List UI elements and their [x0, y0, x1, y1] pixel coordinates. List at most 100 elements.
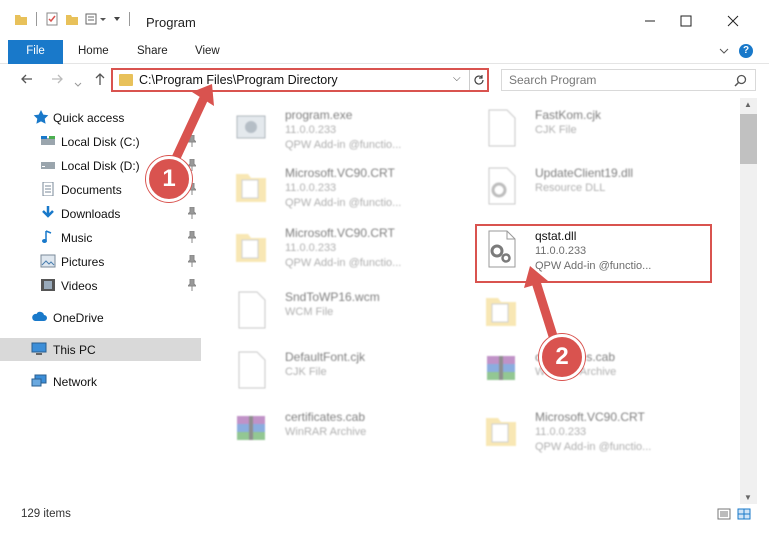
status-bar: 129 items: [0, 504, 769, 540]
sidebar-item-downloads[interactable]: Downloads: [0, 202, 201, 225]
file-name: Microsoft.VC90.CRT: [285, 226, 395, 240]
address-bar[interactable]: C:\Program Files\Program Directory ⌵: [111, 68, 489, 92]
new-folder-icon[interactable]: [65, 12, 79, 26]
scroll-up-icon[interactable]: ▲: [744, 100, 752, 109]
tab-view[interactable]: View: [195, 40, 220, 64]
chevron-down-icon[interactable]: ⌵: [453, 73, 461, 84]
file-type: WinRAR Archive: [285, 426, 367, 438]
title-bar: Program: [0, 0, 769, 40]
pin-icon[interactable]: [188, 279, 196, 291]
pictures-icon: [40, 254, 56, 268]
navigation-bar: C:\Program Files\Program Directory ⌵ Sea…: [0, 64, 769, 98]
list-item[interactable]: SndToWP16.wcm WCM File: [223, 284, 463, 334]
close-button[interactable]: [713, 8, 753, 34]
list-item[interactable]: FastKom.cjk CJK File: [473, 102, 713, 152]
scrollbar-thumb[interactable]: [740, 114, 757, 164]
scroll-down-icon[interactable]: ▼: [744, 493, 752, 502]
minimize-button[interactable]: [630, 8, 670, 34]
quick-access-toolbar: [14, 12, 132, 26]
chevron-down-icon[interactable]: [113, 12, 121, 26]
recent-locations-button[interactable]: [74, 76, 82, 92]
exe-icon: [236, 115, 266, 139]
customize-icon[interactable]: [85, 12, 107, 26]
sidebar-item-music[interactable]: Music: [0, 226, 201, 249]
computer-icon: [31, 342, 47, 355]
back-button[interactable]: [20, 72, 34, 89]
up-button[interactable]: [93, 72, 107, 89]
search-input[interactable]: Search Program: [509, 73, 596, 87]
pin-icon[interactable]: [188, 255, 196, 267]
file-description: QPW Add-in @functio...: [285, 197, 402, 209]
list-item[interactable]: Microsoft.VC90.CRT 11.0.0.233 QPW Add-in…: [473, 404, 713, 454]
expand-ribbon-icon[interactable]: [719, 46, 729, 56]
file-version: 11.0.0.233: [285, 242, 337, 254]
file-list: program.exe 11.0.0.233 QPW Add-in @funct…: [213, 98, 738, 504]
videos-icon: [41, 279, 55, 291]
file-name: FastKom.cjk: [535, 108, 602, 122]
maximize-icon: [680, 15, 692, 27]
download-icon: [42, 206, 54, 218]
file-type: CJK File: [285, 366, 327, 378]
sidebar-item-label: Pictures: [61, 255, 105, 269]
sidebar-item-label: Local Disk (C:): [61, 135, 140, 149]
sidebar-item-network[interactable]: Network: [0, 370, 201, 393]
help-icon[interactable]: ?: [739, 44, 753, 58]
chevron-down-icon: [74, 82, 82, 87]
file-name: program.exe: [285, 108, 353, 122]
arrow-up-icon: [95, 73, 105, 85]
file-type: Resource DLL: [535, 182, 606, 194]
list-item[interactable]: [473, 284, 713, 334]
separator: [129, 12, 130, 26]
drive-icon: [41, 136, 55, 145]
annotation-marker-1: 1: [146, 156, 192, 202]
sidebar-item-label: Downloads: [61, 207, 121, 221]
window-title: Program: [146, 15, 196, 30]
sidebar-item-pictures[interactable]: Pictures: [0, 250, 201, 273]
list-item[interactable]: certificates.cab WinRAR Archive: [473, 344, 713, 394]
blank-file-icon: [238, 291, 266, 329]
sidebar-item-quick-access[interactable]: Quick access: [0, 106, 201, 129]
file-description: QPW Add-in @functio...: [285, 139, 402, 151]
vertical-scrollbar[interactable]: ▲ ▼: [740, 98, 757, 504]
close-icon: [727, 15, 739, 27]
folder-icon: [236, 234, 266, 262]
tab-home[interactable]: Home: [78, 40, 109, 64]
list-item[interactable]: Microsoft.VC90.CRT 11.0.0.233 QPW Add-in…: [223, 160, 463, 210]
pin-icon[interactable]: [188, 135, 196, 147]
network-icon: [31, 374, 47, 387]
pin-icon[interactable]: [188, 231, 196, 243]
sidebar-item-local-disk-c[interactable]: Local Disk (C:): [0, 130, 201, 153]
address-path[interactable]: C:\Program Files\Program Directory: [139, 73, 338, 87]
drive-icon: [41, 162, 55, 169]
list-item[interactable]: DefaultFont.cjk CJK File: [223, 344, 463, 394]
sidebar-item-label: Videos: [61, 279, 98, 293]
minimize-icon: [645, 20, 655, 22]
list-item[interactable]: UpdateClient19.dll Resource DLL: [473, 160, 713, 210]
refresh-button[interactable]: [469, 70, 487, 90]
sidebar-item-videos[interactable]: Videos: [0, 274, 201, 297]
search-box[interactable]: Search Program: [501, 69, 756, 91]
properties-icon[interactable]: [45, 12, 59, 26]
sidebar-item-onedrive[interactable]: OneDrive: [0, 306, 201, 329]
folder-icon: [486, 418, 516, 446]
archive-icon: [237, 416, 265, 440]
arrow-right-icon: [52, 74, 63, 84]
list-item[interactable]: Microsoft.VC90.CRT 11.0.0.233 QPW Add-in…: [223, 220, 463, 270]
annotation-marker-2: 2: [539, 334, 585, 380]
maximize-button[interactable]: [666, 8, 706, 34]
list-item[interactable]: program.exe 11.0.0.233 QPW Add-in @funct…: [223, 102, 463, 152]
tab-share[interactable]: Share: [137, 40, 168, 64]
pin-icon[interactable]: [188, 207, 196, 219]
large-icons-view-icon[interactable]: [737, 508, 751, 520]
search-icon[interactable]: [734, 74, 747, 87]
sidebar-item-label: Music: [61, 231, 93, 245]
details-view-icon[interactable]: [717, 508, 731, 520]
cloud-icon: [32, 311, 47, 321]
file-name: DefaultFont.cjk: [285, 350, 366, 364]
forward-button[interactable]: [50, 72, 64, 89]
tab-file[interactable]: File: [8, 40, 63, 64]
list-item[interactable]: certificates.cab WinRAR Archive: [223, 404, 463, 454]
sidebar-item-this-pc[interactable]: This PC: [0, 338, 201, 361]
sidebar-item-label: Quick access: [53, 111, 125, 125]
archive-icon: [487, 356, 515, 380]
